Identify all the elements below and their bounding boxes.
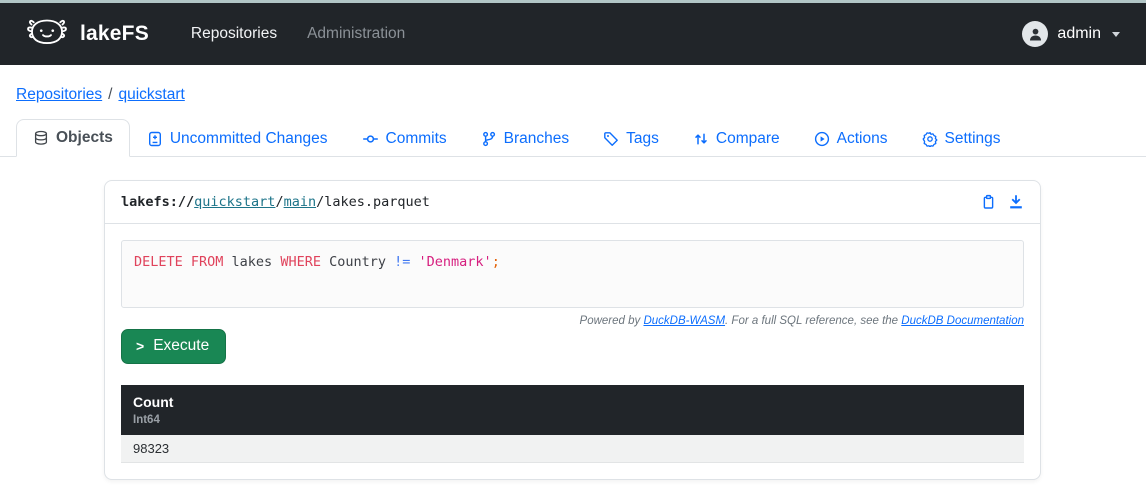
- object-viewer-body: DELETE FROM lakes WHERE Country != 'Denm…: [105, 224, 1040, 479]
- tab-compare[interactable]: Compare: [676, 120, 797, 157]
- object-viewer-card: lakefs:// quickstart / main / lakes.parq…: [104, 180, 1041, 480]
- object-path-bar: lakefs:// quickstart / main / lakes.parq…: [105, 181, 1040, 224]
- sql-token: ;: [491, 254, 500, 270]
- duckdb-attribution: Powered by DuckDB-WASM. For a full SQL r…: [121, 315, 1024, 327]
- sql-token: lakes: [231, 254, 281, 270]
- tab-uncommitted-changes[interactable]: Uncommitted Changes: [130, 120, 345, 157]
- copy-icon[interactable]: [981, 194, 996, 210]
- path-scheme: lakefs://: [121, 194, 195, 210]
- object-actions: [981, 194, 1024, 210]
- tab-commits[interactable]: Commits: [345, 120, 464, 157]
- chevron-down-icon: [1112, 31, 1120, 37]
- column-type: Int64: [133, 414, 160, 426]
- execute-button[interactable]: > Execute: [121, 329, 227, 364]
- gear-icon: [922, 131, 938, 147]
- tag-icon: [603, 131, 619, 147]
- navbar: lakeFS Repositories Administration admin: [0, 3, 1146, 65]
- breadcrumb: Repositories / quickstart: [0, 65, 1146, 104]
- path-separator: /: [275, 194, 284, 210]
- path-filename: lakes.parquet: [324, 194, 430, 210]
- query-result-table: Count Int64 98323: [121, 385, 1024, 463]
- tab-label: Tags: [626, 130, 659, 147]
- play-circle-icon: [814, 131, 830, 147]
- repository-tabs: Objects Uncommitted Changes Commits Bran…: [0, 119, 1146, 157]
- breadcrumb-repositories[interactable]: Repositories: [16, 86, 102, 103]
- sql-editor[interactable]: DELETE FROM lakes WHERE Country != 'Denm…: [121, 240, 1024, 308]
- sql-token: Country: [329, 254, 395, 270]
- compare-icon: [693, 131, 709, 147]
- main-nav: Repositories Administration: [191, 25, 405, 43]
- tab-objects[interactable]: Objects: [16, 119, 130, 157]
- brand-name: lakeFS: [80, 22, 149, 45]
- column-name: Count: [133, 394, 174, 410]
- user-avatar: [1022, 21, 1049, 47]
- table-row: 98323: [121, 435, 1024, 463]
- tab-label: Compare: [715, 130, 780, 147]
- git-branch-icon: [481, 131, 497, 147]
- path-repo-link[interactable]: quickstart: [194, 194, 275, 210]
- sql-token: WHERE: [280, 254, 330, 270]
- lakefs-logo[interactable]: lakeFS: [24, 14, 149, 55]
- path-separator: /: [316, 194, 325, 210]
- tab-label: Actions: [836, 130, 888, 147]
- database-icon: [33, 130, 49, 146]
- breadcrumb-separator: /: [108, 86, 113, 103]
- user-name: admin: [1057, 25, 1101, 42]
- download-icon[interactable]: [1008, 194, 1024, 210]
- breadcrumb-quickstart[interactable]: quickstart: [118, 86, 184, 103]
- sql-token: !=: [394, 254, 419, 270]
- axolotl-icon: [24, 14, 70, 55]
- commit-icon: [362, 131, 379, 147]
- duckdb-wasm-link[interactable]: DuckDB-WASM: [643, 315, 725, 327]
- tab-label: Settings: [944, 130, 1001, 147]
- nav-item-repositories[interactable]: Repositories: [191, 25, 277, 43]
- nav-item-administration[interactable]: Administration: [307, 25, 405, 43]
- tab-label: Branches: [503, 130, 570, 147]
- tab-label: Uncommitted Changes: [169, 130, 328, 147]
- sql-token: FROM: [190, 254, 232, 270]
- attribution-text: Powered by: [579, 315, 644, 327]
- sql-token: 'Denmark': [418, 254, 492, 270]
- tab-actions[interactable]: Actions: [797, 120, 905, 157]
- result-cell: 98323: [121, 435, 1024, 463]
- result-column-header: Count Int64: [121, 385, 1024, 435]
- file-diff-icon: [147, 131, 163, 147]
- tab-settings[interactable]: Settings: [905, 120, 1018, 157]
- tab-tags[interactable]: Tags: [586, 120, 676, 157]
- tab-branches[interactable]: Branches: [464, 120, 586, 157]
- tab-label: Objects: [56, 129, 113, 146]
- attribution-text: . For a full SQL reference, see the: [725, 315, 902, 327]
- path-branch-link[interactable]: main: [284, 194, 317, 210]
- chevron-right-icon: >: [136, 338, 145, 354]
- sql-token: DELETE: [134, 254, 191, 270]
- execute-label: Execute: [153, 337, 210, 354]
- duckdb-docs-link[interactable]: DuckDB Documentation: [901, 315, 1024, 327]
- user-menu[interactable]: admin: [1022, 21, 1120, 47]
- tab-label: Commits: [385, 130, 447, 147]
